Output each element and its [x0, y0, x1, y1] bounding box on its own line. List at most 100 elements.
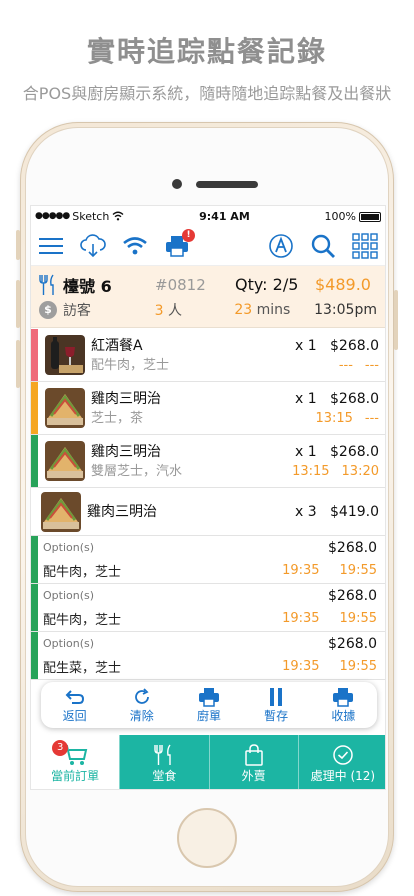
printer-icon[interactable]: !: [163, 228, 195, 260]
order-time: 13:05pm: [314, 301, 377, 318]
guest-type: 訪客: [62, 302, 91, 319]
action-bar: 返回 清除 廚單 暫存 收據: [41, 682, 377, 728]
option-label: Option(s): [43, 589, 95, 602]
item-start-time: ---: [338, 357, 353, 373]
order-qty: Qty: 2/5: [235, 275, 299, 294]
printer-alert-badge: !: [182, 228, 195, 242]
hold-button[interactable]: 暫存: [248, 687, 304, 724]
item-start-time: 13:15: [315, 410, 353, 426]
combo-item[interactable]: 雞肉三明治 x 3 $419.0: [31, 488, 385, 536]
back-arrow-icon: [65, 689, 84, 704]
option-done-time: 19:55: [339, 611, 377, 626]
tab-label: 當前訂單: [51, 768, 100, 783]
kitchen-ticket-button[interactable]: 廚單: [181, 687, 237, 724]
bottom-tab-bar: 3 當前訂單 堂食 外賣 處理中 (12): [31, 735, 385, 789]
receipt-label: 收據: [331, 708, 356, 723]
order-item-list[interactable]: 紅酒餐A 配牛肉，芝士 x 1 $268.0 --- --- 雞肉三明治 芝士，茶…: [31, 329, 385, 684]
option-label: Option(s): [43, 541, 95, 554]
top-toolbar: !: [31, 226, 385, 266]
current-orders-badge: 3: [52, 739, 69, 756]
item-qty-price: x 1 $268.0: [255, 336, 379, 356]
tab-dine-in[interactable]: 堂食: [119, 735, 208, 789]
combo-qty: x 3: [294, 503, 317, 520]
list-item[interactable]: 紅酒餐A 配牛肉，芝士 x 1 $268.0 --- ---: [31, 329, 385, 382]
font-size-icon[interactable]: [267, 232, 295, 260]
option-row[interactable]: Option(s) $268.0 配牛肉，芝士 19:35 19:55: [31, 584, 385, 632]
status-bar-indicator: [31, 329, 38, 381]
people-count-value: 3: [154, 302, 164, 319]
elapsed-time-value: 23: [234, 301, 253, 318]
battery-indicator: 100%: [325, 210, 381, 223]
clock: 9:41 AM: [199, 209, 250, 223]
elapsed-time-unit: mins: [256, 301, 291, 318]
option-row[interactable]: Option(s) $268.0 配生菜，芝士 19:35 19:55: [31, 632, 385, 680]
list-item[interactable]: 雞肉三明治 芝士，茶 x 1 $268.0 13:15 ---: [31, 382, 385, 435]
back-button[interactable]: 返回: [47, 687, 103, 724]
printer-icon: [198, 687, 219, 707]
home-button[interactable]: [177, 808, 237, 868]
search-icon[interactable]: [309, 232, 337, 260]
carrier-label: Sketch: [72, 209, 110, 223]
status-bar-indicator: [31, 382, 38, 434]
combo-qty-price: x 3 $419.0: [255, 502, 379, 522]
sandwich-image: [41, 491, 81, 532]
camera-icon: [172, 179, 182, 189]
tab-processing[interactable]: 處理中 (12): [297, 735, 385, 789]
volume-down-button: [16, 340, 20, 388]
cloud-download-icon[interactable]: [79, 232, 107, 260]
mute-switch: [16, 230, 20, 260]
clear-button[interactable]: 清除: [114, 687, 170, 724]
option-price: $268.0: [328, 540, 377, 556]
people-count: 3 人: [155, 300, 235, 320]
item-desc: 配牛肉，芝士: [91, 357, 170, 373]
menu-icon[interactable]: [37, 232, 65, 260]
hold-label: 暫存: [264, 708, 289, 723]
back-label: 返回: [62, 708, 87, 723]
combo-name: 雞肉三明治: [87, 503, 157, 520]
volume-up-button: [16, 280, 20, 328]
sandwich-image: [45, 388, 85, 428]
speaker-grille: [196, 181, 258, 188]
status-bar-indicator: [31, 632, 38, 679]
battery-percent: 100%: [324, 209, 356, 223]
option-done-time: 19:55: [339, 563, 377, 578]
combo-price: $419.0: [330, 503, 379, 520]
check-circle-icon: [333, 744, 353, 765]
receipt-button[interactable]: 收據: [315, 687, 371, 724]
item-desc: 雙層芝士，汽水: [91, 463, 183, 479]
list-item[interactable]: 雞肉三明治 雙層芝士，汽水 x 1 $268.0 13:15 13:20: [31, 435, 385, 488]
grid-icon[interactable]: [351, 232, 379, 260]
cutlery-icon: [39, 274, 54, 295]
order-header[interactable]: 檯號 6 #0812 Qty: 2/5 $489.0 $ 訪客 3 人 23 m…: [31, 266, 385, 328]
item-times: 13:15 ---: [255, 409, 379, 428]
option-done-time: 19:55: [339, 659, 377, 674]
wifi-icon[interactable]: [121, 232, 149, 260]
option-times: 19:35 19:55: [282, 611, 377, 626]
pause-icon: [270, 687, 283, 706]
status-bar-indicator: [31, 435, 38, 487]
promo-subline: 合POS與廚房顯示系統，隨時隨地追踪點餐及出餐狀: [22, 84, 392, 103]
people-count-unit: 人: [168, 302, 183, 319]
item-qty-price: x 1 $268.0: [255, 442, 379, 462]
item-done-time: ---: [364, 357, 379, 373]
item-done-time: 13:20: [341, 463, 379, 479]
status-bar-indicator: [31, 584, 38, 631]
item-name: 紅酒餐A: [91, 337, 143, 354]
option-times: 19:35 19:55: [282, 659, 377, 674]
option-price: $268.0: [328, 636, 377, 652]
item-qty: x 1: [294, 443, 317, 460]
tab-current-orders[interactable]: 3 當前訂單: [31, 735, 120, 789]
item-done-time: ---: [364, 410, 379, 426]
item-price: $268.0: [330, 443, 379, 460]
item-qty: x 1: [294, 390, 317, 407]
tab-takeaway[interactable]: 外賣: [208, 735, 298, 789]
status-bar-indicator: [31, 536, 38, 583]
item-qty: x 1: [294, 337, 317, 354]
option-row[interactable]: Option(s) $268.0 配牛肉，芝士 19:35 19:55: [31, 536, 385, 584]
table-number: 檯號 6: [63, 276, 112, 296]
power-button: [394, 290, 398, 350]
wine-dish-image: [45, 335, 85, 375]
item-qty-price: x 1 $268.0: [255, 389, 379, 409]
clear-label: 清除: [129, 708, 154, 723]
item-times: --- ---: [255, 356, 379, 375]
